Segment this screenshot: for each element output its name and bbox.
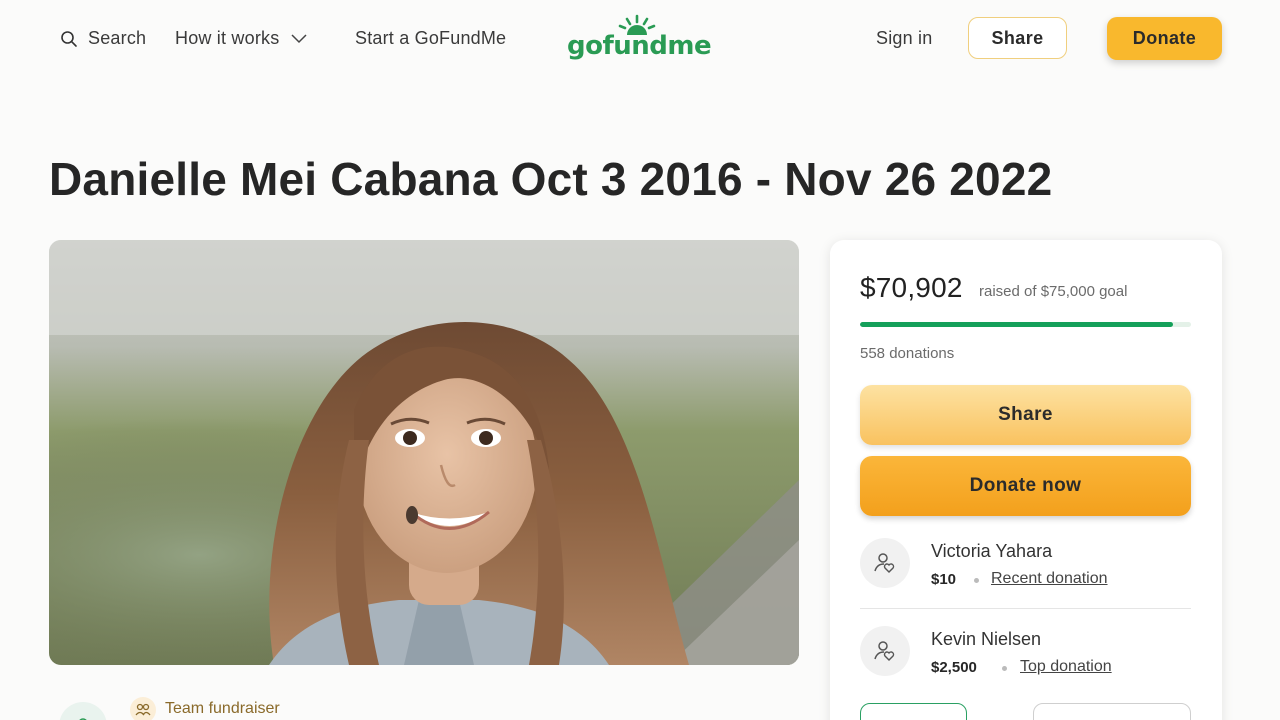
search-icon — [61, 30, 77, 47]
donor-divider — [860, 608, 1191, 609]
progress-fill — [860, 322, 1173, 327]
donate-now-button[interactable]: Donate now — [860, 456, 1191, 516]
search-nav-link[interactable]: Search — [60, 28, 146, 49]
donor-amount: $10 — [931, 571, 957, 588]
campaign-title: Danielle Mei Cabana Oct 3 2016 - Nov 26 … — [49, 153, 1053, 205]
donor-amount: $2,500 — [931, 659, 977, 676]
gofundme-logo[interactable]: gofundme — [567, 14, 712, 66]
header-share-button[interactable]: Share — [968, 17, 1067, 59]
header-donate-button[interactable]: Donate — [1107, 17, 1222, 60]
donor-list-item: Victoria Yahara $10 Recent donation — [860, 538, 1191, 608]
donor-name: Victoria Yahara — [931, 541, 1053, 561]
start-fundraiser-link[interactable]: Start a GoFundMe — [355, 28, 506, 49]
donor-name: Kevin Nielsen — [931, 629, 1042, 649]
separator-dot — [1002, 666, 1007, 671]
team-icon-badge — [130, 697, 156, 720]
organizer-avatar — [59, 702, 107, 720]
separator-dot — [974, 578, 979, 583]
donor-heart-user-icon — [874, 553, 895, 573]
search-label: Search — [88, 28, 147, 48]
donor-heart-user-icon — [874, 641, 895, 661]
donor-avatar — [860, 626, 910, 676]
chevron-down-icon — [291, 33, 307, 43]
donation-card: $70,902 raised of $75,000 goal 558 donat… — [830, 240, 1222, 720]
user-icon — [79, 718, 87, 720]
how-it-works-menu[interactable]: How it works — [175, 28, 307, 49]
start-fundraiser-label: Start a GoFundMe — [355, 28, 507, 48]
campaign-photo[interactable] — [49, 240, 799, 665]
raised-goal-text: raised of $75,000 goal — [979, 283, 1128, 300]
sign-in-link[interactable]: Sign in — [876, 28, 932, 49]
campaign-photo-image — [49, 240, 799, 665]
see-all-button[interactable] — [860, 703, 967, 720]
team-icon — [135, 703, 151, 716]
share-button[interactable]: Share — [860, 385, 1191, 445]
donor-avatar — [860, 538, 910, 588]
sign-in-label: Sign in — [876, 28, 933, 48]
raised-amount: $70,902 — [860, 272, 963, 303]
top-navigation: Search How it works Start a GoFundMe gof… — [0, 0, 1280, 80]
recent-donation-link[interactable]: Recent donation — [991, 570, 1108, 588]
top-donation-link[interactable]: Top donation — [1020, 658, 1112, 676]
team-fundraiser-label: Team fundraiser — [165, 700, 280, 717]
how-it-works-label: How it works — [175, 28, 280, 48]
progress-bar — [860, 322, 1191, 327]
see-top-button[interactable] — [1033, 703, 1191, 720]
donations-count: 558 donations — [860, 345, 955, 362]
donor-list-item: Kevin Nielsen $2,500 Top donation — [860, 626, 1191, 696]
logo-wordmark: gofundme — [567, 31, 712, 61]
